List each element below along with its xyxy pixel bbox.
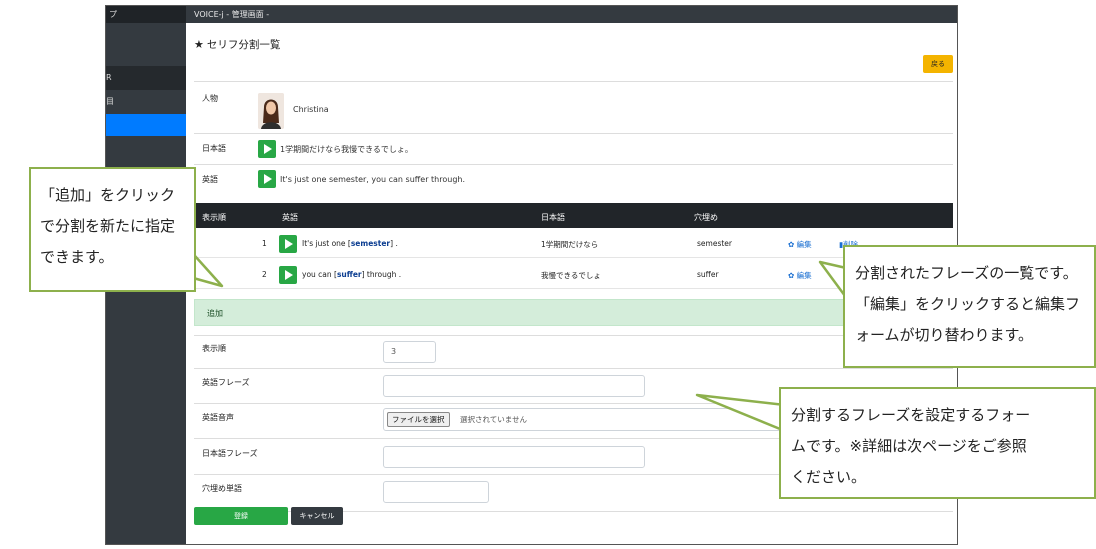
callout-line: 「編集」をクリックすると編集フ <box>855 295 1081 313</box>
callout-line: ください。 <box>791 468 867 486</box>
callout-line: できます。 <box>40 248 114 266</box>
callout-line: 分割されたフレーズの一覧です。 <box>855 264 1078 282</box>
callout-list-hint: 分割されたフレーズの一覧です。 「編集」をクリックすると編集フ ォームが切り替わ… <box>843 245 1096 368</box>
callout-line: ォームが切り替わります。 <box>855 326 1034 344</box>
callout-line: 分割するフレーズを設定するフォー <box>791 406 1031 424</box>
callout-form-hint: 分割するフレーズを設定するフォー ムです。※詳細は次ページをご参照 ください。 <box>779 387 1096 499</box>
callout-line: ムです。※詳細は次ページをご参照 <box>791 437 1027 455</box>
callout-line: 「追加」をクリック <box>40 186 176 204</box>
callout-add-hint: 「追加」をクリック で分割を新たに指定 できます。 <box>29 167 196 292</box>
callout-line: で分割を新たに指定 <box>40 217 176 235</box>
